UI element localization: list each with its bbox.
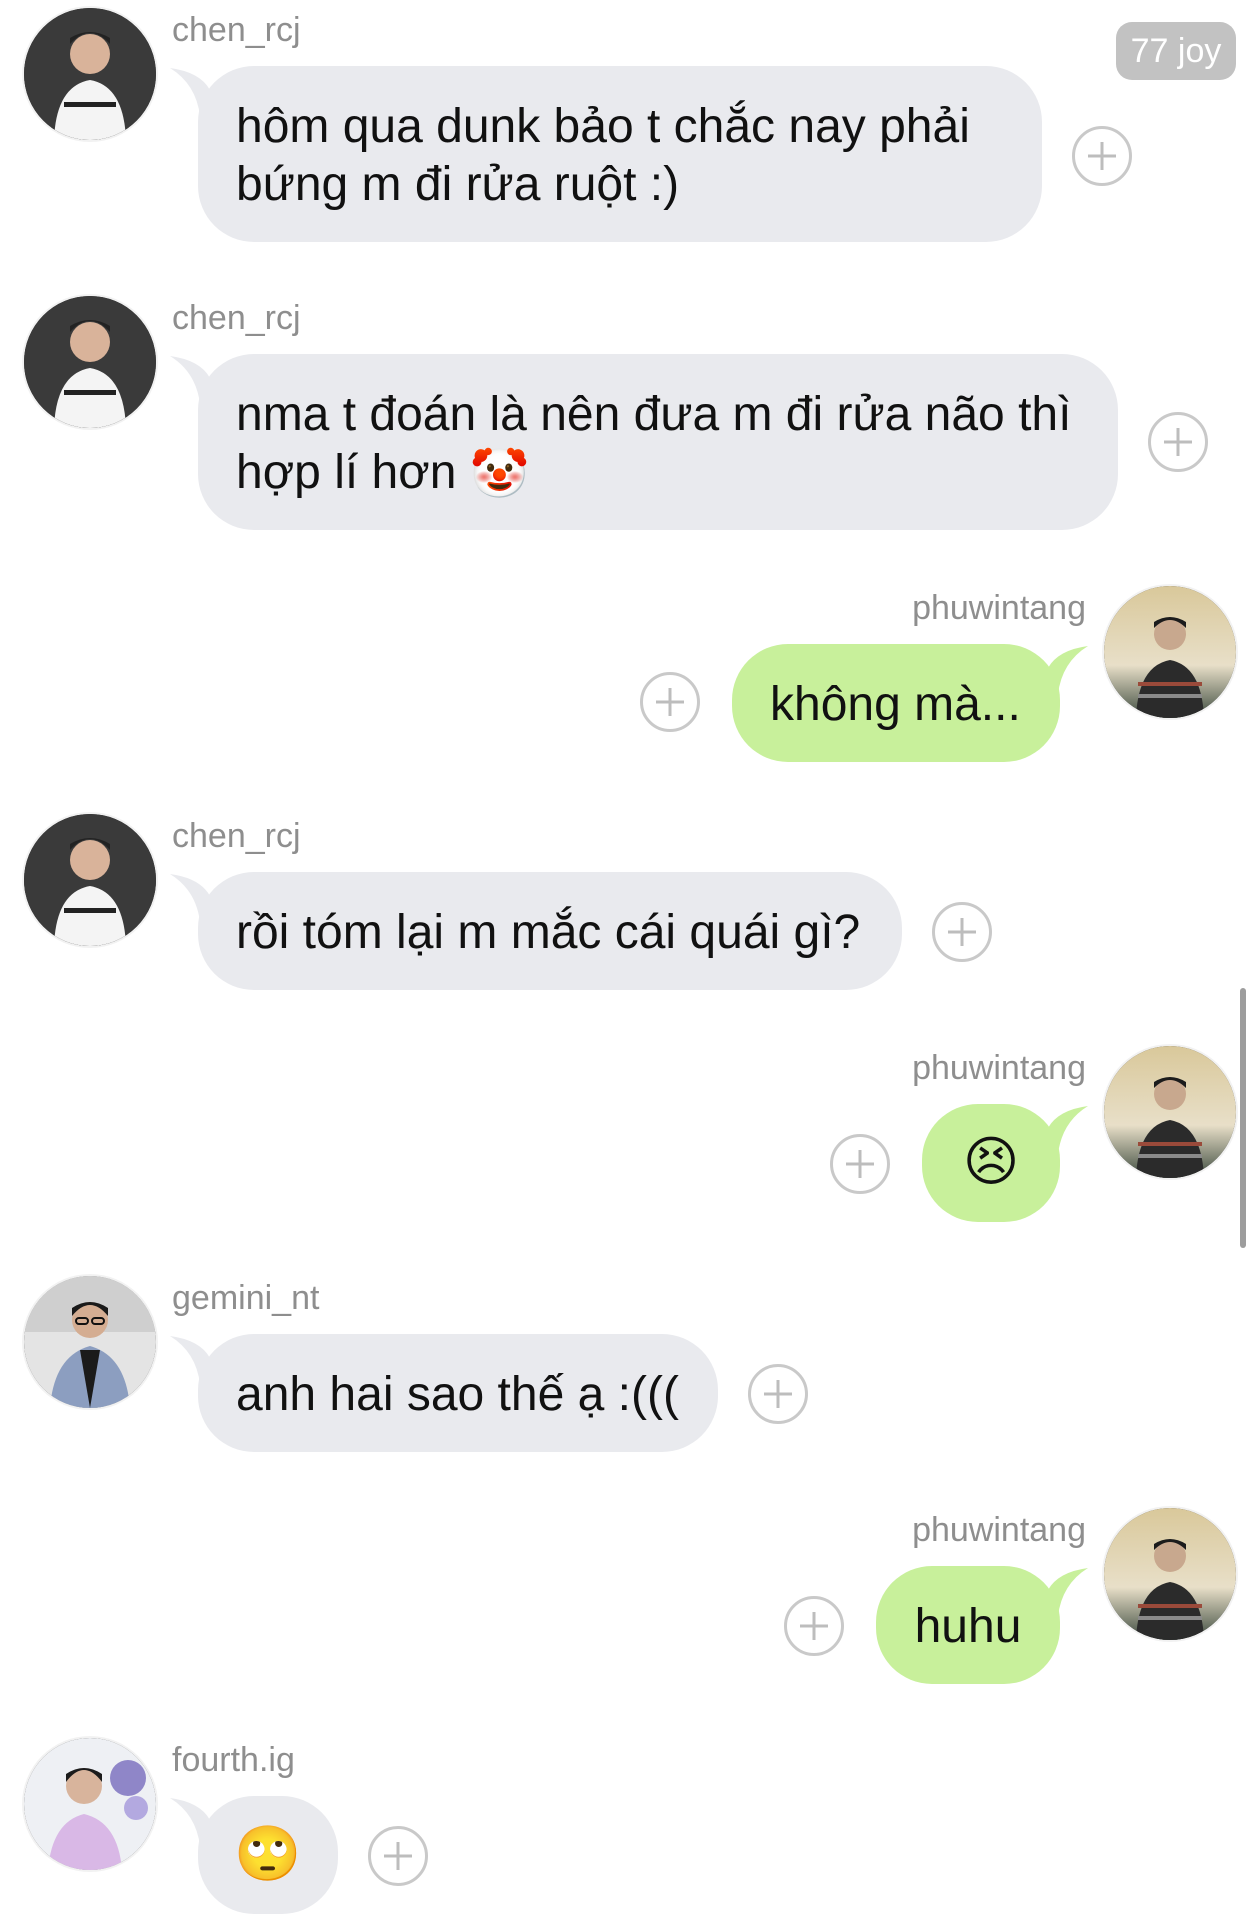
add-reaction-icon[interactable] bbox=[830, 1134, 890, 1194]
message-text: nma t đoán là nên đưa m đi rửa não thì h… bbox=[236, 388, 1072, 499]
message-text: hôm qua dunk bảo t chắc nay phải bứng m … bbox=[236, 100, 970, 211]
sender-name: fourth.ig bbox=[172, 1741, 295, 1779]
avatar-gemini-nt[interactable] bbox=[24, 1276, 156, 1408]
message-bubble-outgoing[interactable]: huhu bbox=[876, 1566, 1088, 1684]
message-bubble-outgoing[interactable]: không mà... bbox=[732, 644, 1088, 762]
message-bubble-outgoing[interactable]: 😣 bbox=[922, 1104, 1088, 1222]
avatar-fourth-ig[interactable] bbox=[24, 1738, 156, 1870]
message-text: huhu bbox=[914, 1600, 1022, 1653]
message-text: rồi tóm lại m mắc cái quái gì? bbox=[236, 906, 861, 959]
persevering-face-emoji: 😣 bbox=[962, 1132, 1020, 1192]
bubble-tail bbox=[1028, 1568, 1088, 1616]
message-bubble-incoming[interactable]: rồi tóm lại m mắc cái quái gì? bbox=[170, 872, 902, 990]
avatar-chen-rcj[interactable] bbox=[24, 814, 156, 946]
add-reaction-icon[interactable] bbox=[748, 1364, 808, 1424]
add-reaction-icon[interactable] bbox=[368, 1826, 428, 1886]
add-reaction-icon[interactable] bbox=[1148, 412, 1208, 472]
reaction-count-badge[interactable]: 77 joy bbox=[1116, 22, 1236, 80]
message-text: anh hai sao thế ạ :((( bbox=[236, 1368, 679, 1421]
sender-name: gemini_nt bbox=[172, 1279, 320, 1317]
message-text: không mà... bbox=[770, 678, 1021, 731]
add-reaction-icon[interactable] bbox=[932, 902, 992, 962]
sender-name: phuwintang bbox=[912, 1049, 1086, 1087]
sender-name: chen_rcj bbox=[172, 817, 301, 855]
scrollbar[interactable] bbox=[1240, 988, 1246, 1248]
bubble-tail bbox=[170, 874, 230, 922]
add-reaction-icon[interactable] bbox=[1072, 126, 1132, 186]
bubble-tail bbox=[170, 1798, 230, 1846]
avatar-phuwintang[interactable] bbox=[1104, 1046, 1236, 1178]
sender-name: phuwintang bbox=[912, 1511, 1086, 1549]
eye-roll-emoji: 🙄 bbox=[234, 1824, 302, 1884]
message-bubble-incoming[interactable]: anh hai sao thế ạ :((( bbox=[170, 1334, 718, 1452]
clown-face-emoji: 🤡 bbox=[469, 448, 530, 502]
add-reaction-icon[interactable] bbox=[784, 1596, 844, 1656]
message-bubble-incoming[interactable]: hôm qua dunk bảo t chắc nay phải bứng m … bbox=[170, 66, 1042, 242]
bubble-tail bbox=[1028, 1106, 1088, 1154]
bubble-tail bbox=[1028, 646, 1088, 694]
avatar-chen-rcj[interactable] bbox=[24, 8, 156, 140]
bubble-tail bbox=[170, 68, 230, 116]
bubble-tail bbox=[170, 356, 230, 404]
avatar-chen-rcj[interactable] bbox=[24, 296, 156, 428]
sender-name: phuwintang bbox=[912, 589, 1086, 627]
message-bubble-incoming[interactable]: nma t đoán là nên đưa m đi rửa não thì h… bbox=[170, 354, 1118, 530]
message-bubble-incoming[interactable]: 🙄 bbox=[170, 1796, 338, 1914]
sender-name: chen_rcj bbox=[172, 299, 301, 337]
add-reaction-icon[interactable] bbox=[640, 672, 700, 732]
sender-name: chen_rcj bbox=[172, 11, 301, 49]
avatar-phuwintang[interactable] bbox=[1104, 1508, 1236, 1640]
bubble-tail bbox=[170, 1336, 230, 1384]
avatar-phuwintang[interactable] bbox=[1104, 586, 1236, 718]
